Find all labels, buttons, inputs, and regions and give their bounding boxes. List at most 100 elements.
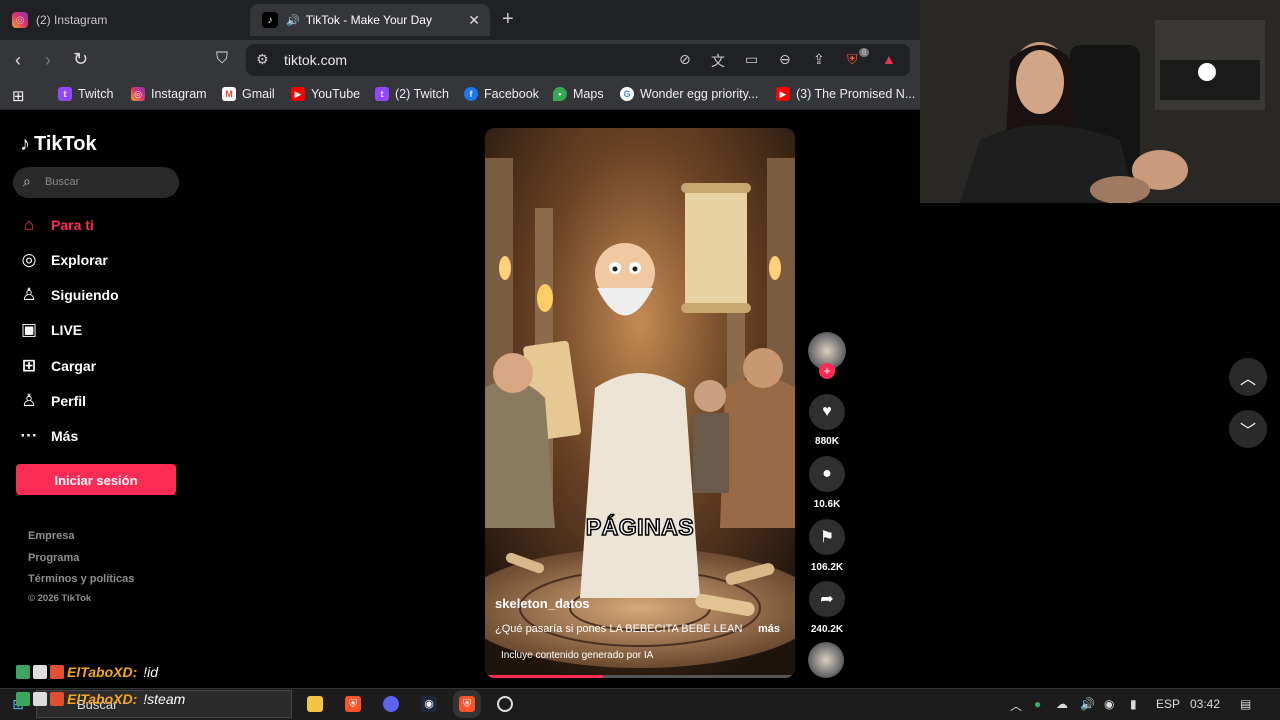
nav-mas[interactable]: ··· Más — [18, 426, 79, 446]
ai-content-label: Incluye contenido generado por IA — [501, 650, 654, 661]
brave-shield-icon[interactable]: ⛨ — [847, 51, 858, 68]
share-count: 240.2K — [810, 624, 844, 635]
like-button[interactable]: ♥ — [809, 394, 845, 430]
tray-chevron-icon[interactable]: ︿ — [1010, 697, 1022, 714]
instagram-icon: ◎ — [131, 87, 145, 101]
chat-username: ElTaboXD: — [67, 664, 138, 680]
nav-perfil[interactable]: ♙ Perfil — [18, 391, 86, 411]
chat-badge-icon — [50, 692, 64, 706]
chat-badge-icon — [16, 692, 30, 706]
chevron-down-icon: ﹀ — [1239, 423, 1256, 440]
chat-text: !id — [143, 664, 159, 680]
share-button[interactable]: ➦ — [809, 581, 845, 617]
share-icon[interactable]: ⇪ — [813, 51, 825, 68]
footer-programa[interactable]: Programa — [28, 552, 79, 564]
chat-message: ElTaboXD: !steam — [16, 691, 185, 707]
back-icon[interactable]: ‹ — [15, 50, 21, 71]
save-count: 106.2K — [810, 562, 844, 573]
compass-icon: ◎ — [21, 250, 37, 269]
steam-icon[interactable]: ◉ — [421, 696, 437, 712]
tiktok-note-icon: ♪ — [20, 133, 30, 155]
no-translate-icon[interactable]: ⊘ — [679, 51, 691, 68]
site-settings-icon[interactable]: ⚙ — [256, 51, 269, 68]
video-username[interactable]: skeleton_datos — [495, 596, 590, 611]
nav-explorar[interactable]: ◎ Explorar — [18, 250, 108, 270]
bookmark-instagram[interactable]: ◎ Instagram — [131, 87, 207, 101]
tray-status-icon[interactable]: ● — [1034, 697, 1041, 711]
speaker-icon[interactable]: 🔊 — [286, 14, 300, 27]
webcam-feed — [920, 0, 1280, 203]
save-button[interactable]: ⚑ — [809, 519, 845, 555]
chat-badge-icon — [33, 692, 47, 706]
nav-siguiendo[interactable]: ♙ Siguiendo — [18, 285, 118, 305]
twitch-icon: t — [58, 87, 72, 101]
forward-icon[interactable]: › — [45, 50, 51, 71]
language-indicator[interactable]: ESP — [1156, 697, 1180, 711]
chat-badge-icon — [33, 665, 47, 679]
file-explorer-icon[interactable] — [307, 696, 323, 712]
search-placeholder: Buscar — [45, 176, 80, 188]
login-button[interactable]: Iniciar sesión — [16, 464, 176, 495]
search-input[interactable]: ⌕ Buscar — [13, 167, 179, 198]
bookmark-twitch-2[interactable]: t (2) Twitch — [375, 87, 449, 101]
comment-button[interactable]: ● — [809, 456, 845, 492]
new-tab-button[interactable]: + — [502, 8, 514, 31]
close-tab-icon[interactable]: ✕ — [468, 12, 480, 29]
volume-icon[interactable]: 🔊 — [1080, 697, 1095, 711]
facebook-icon: f — [464, 87, 478, 101]
translate-icon[interactable]: 文 — [711, 51, 725, 71]
footer-terminos[interactable]: Términos y políticas — [28, 573, 134, 585]
microphone-icon[interactable]: ▮ — [1130, 697, 1137, 711]
onedrive-icon[interactable]: ☁ — [1056, 697, 1068, 711]
share-arrow-icon: ➦ — [820, 591, 834, 608]
chat-username: ElTaboXD: — [67, 691, 138, 707]
bookmark-maps[interactable]: • Maps — [553, 87, 604, 101]
live-icon: ▣ — [20, 320, 38, 339]
clock[interactable]: 03:42 — [1190, 697, 1220, 711]
footer-empresa[interactable]: Empresa — [28, 530, 74, 542]
brave-rewards-icon[interactable]: ▲ — [882, 51, 896, 67]
chat-badge-icon — [50, 665, 64, 679]
comment-icon: ● — [822, 465, 832, 482]
nav-cargar[interactable]: ⊞ Cargar — [18, 356, 96, 376]
bookmark-twitch[interactable]: t Twitch — [58, 87, 113, 101]
reload-icon[interactable]: ↻ — [73, 49, 88, 70]
bookmark-wonder-egg[interactable]: G Wonder egg priority... — [620, 87, 758, 101]
nav-para-ti[interactable]: ⌂ Para ti — [18, 215, 94, 235]
bookmark-youtube[interactable]: ▶ YouTube — [291, 87, 360, 101]
cast-icon[interactable]: ▭ — [745, 51, 758, 68]
chat-badge-icon — [16, 665, 30, 679]
youtube-icon: ▶ — [776, 87, 790, 101]
obs-icon[interactable] — [497, 696, 513, 712]
chat-text: !steam — [143, 691, 186, 707]
discord-icon[interactable] — [383, 696, 399, 712]
more-button[interactable]: más — [758, 623, 780, 635]
next-video-button[interactable]: ﹀ — [1229, 410, 1267, 448]
music-disc-avatar[interactable] — [808, 642, 844, 678]
brave-icon[interactable]: ⛨ — [345, 696, 361, 712]
follow-plus-icon[interactable]: + — [819, 363, 835, 379]
nav-live[interactable]: ▣ LIVE — [18, 320, 82, 340]
url-text[interactable]: tiktok.com — [284, 52, 347, 68]
bookmark-gmail[interactable]: M Gmail — [222, 87, 275, 101]
video-progress-fill — [485, 675, 603, 678]
video-description: ¿Qué pasaría si pones LA BEBECITA BEBÉ L… — [495, 623, 743, 635]
twitch-icon: t — [375, 87, 389, 101]
tab-instagram[interactable]: ◎ (2) Instagram — [0, 4, 248, 36]
steam-tray-icon[interactable]: ◉ — [1104, 697, 1114, 711]
apps-icon[interactable]: ⊞ — [12, 87, 25, 105]
notifications-icon[interactable]: ▤ — [1240, 697, 1251, 711]
tab-title: TikTok - Make Your Day — [305, 13, 432, 27]
zoom-icon[interactable]: ⊖ — [779, 51, 791, 68]
bookmark-promised-neverland[interactable]: ▶ (3) The Promised N... — [776, 87, 915, 101]
previous-video-button[interactable]: ︿ — [1229, 358, 1267, 396]
brave-active-icon[interactable]: ⛨ — [453, 690, 481, 718]
video-progress-bar[interactable] — [485, 675, 795, 678]
tab-tiktok[interactable]: ♪ 🔊 TikTok - Make Your Day ✕ — [250, 4, 490, 36]
video-player[interactable]: PÁGINAS skeleton_datos ¿Qué pasaría si p… — [485, 128, 795, 678]
search-icon: ⌕ — [23, 173, 31, 189]
bookmark-facebook[interactable]: f Facebook — [464, 87, 539, 101]
upload-icon: ⊞ — [21, 356, 37, 375]
tiktok-logo[interactable]: ♪ TikTok — [20, 133, 97, 156]
bookmark-icon[interactable]: ⛉ — [216, 50, 228, 68]
